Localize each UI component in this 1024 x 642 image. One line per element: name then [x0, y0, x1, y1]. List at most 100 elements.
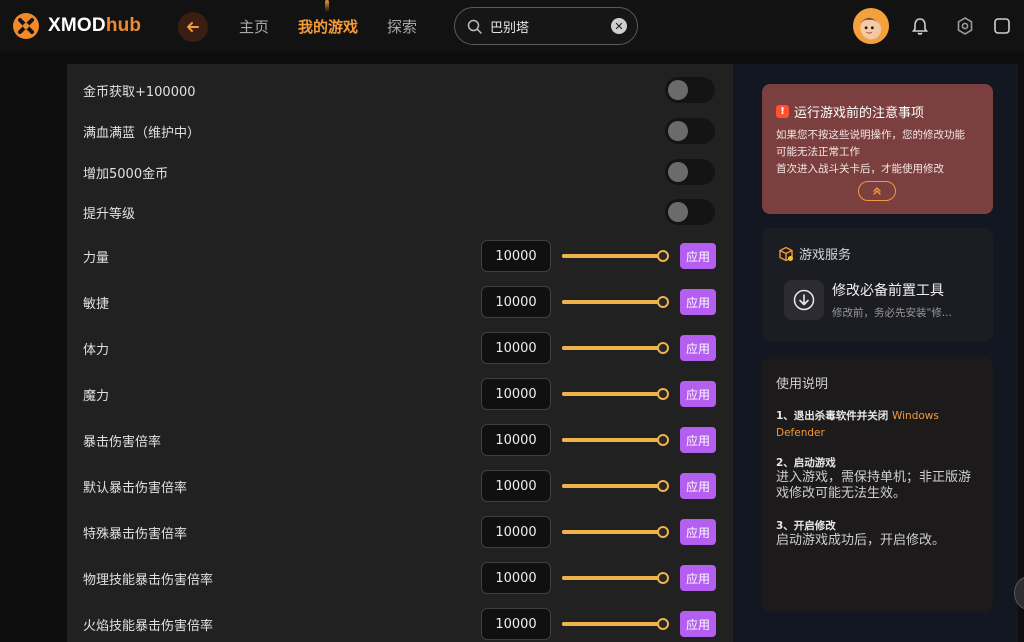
windows-defender-link-cont[interactable]: Defender — [776, 427, 979, 439]
slider-handle[interactable] — [657, 388, 669, 400]
value-input[interactable]: 10000 — [481, 240, 551, 272]
apply-button[interactable]: 应用 — [680, 519, 716, 545]
toggle-knob — [668, 202, 688, 222]
toggle-row: 增加5000金币 — [83, 157, 717, 187]
slider-fill — [562, 392, 663, 396]
slider-fill — [562, 300, 663, 304]
notice-line: 首次进入战斗关卡后，才能使用修改 — [776, 163, 944, 175]
step-2-body: 进入游戏，需保持单机；非正版游 — [776, 470, 972, 485]
slider-row: 敏捷 10000 应用 — [83, 286, 717, 318]
apply-button[interactable]: 应用 — [680, 335, 716, 361]
apply-button[interactable]: 应用 — [680, 427, 716, 453]
toggle-switch[interactable] — [665, 118, 715, 144]
toggle-label: 金币获取+100000 — [83, 84, 196, 100]
slider-handle[interactable] — [657, 480, 669, 492]
slider-label: 魔力 — [83, 388, 110, 404]
slider-handle[interactable] — [657, 296, 669, 308]
value-input[interactable]: 10000 — [481, 332, 551, 364]
nav-home[interactable]: 主页 — [239, 16, 269, 37]
back-arrow-icon — [187, 22, 199, 32]
apply-button[interactable]: 应用 — [680, 243, 716, 269]
value-input[interactable]: 10000 — [481, 470, 551, 502]
expand-notice-button[interactable] — [858, 181, 896, 201]
package-icon — [779, 246, 793, 261]
value-input[interactable]: 10000 — [481, 516, 551, 548]
user-avatar[interactable] — [853, 8, 889, 44]
service-header: 游戏服务 — [778, 244, 851, 263]
step-2-body: 戏修改可能无法生效。 — [776, 486, 907, 501]
service-header-text: 游戏服务 — [799, 248, 852, 263]
search-icon — [467, 19, 482, 34]
slider-handle[interactable] — [657, 434, 669, 446]
avatar-face-icon — [859, 18, 879, 37]
apply-button[interactable]: 应用 — [680, 381, 716, 407]
clear-search-icon[interactable]: ✕ — [611, 18, 627, 34]
slider-track[interactable] — [562, 300, 663, 304]
app-logo[interactable]: XMODhub — [12, 12, 141, 40]
chevron-up-icon — [873, 187, 881, 195]
step-2-head: 2、启动游戏 — [776, 457, 836, 469]
slider-track[interactable] — [562, 438, 663, 442]
step-3-body: 启动游戏成功后，开启修改。 — [776, 533, 946, 548]
slider-row: 暴击伤害倍率 10000 应用 — [83, 424, 717, 456]
slider-fill — [562, 484, 663, 488]
slider-track[interactable] — [562, 484, 663, 488]
slider-track[interactable] — [562, 346, 663, 350]
windows-defender-link[interactable]: Windows — [892, 410, 939, 422]
slider-fill — [562, 438, 663, 442]
apply-button[interactable]: 应用 — [680, 473, 716, 499]
settings-gear-icon[interactable] — [955, 16, 975, 36]
slider-row: 体力 10000 应用 — [83, 332, 717, 364]
prerequisite-tool-item[interactable]: 修改必备前置工具 修改前，务必先安装"修... — [784, 280, 952, 320]
value-input[interactable]: 10000 — [481, 378, 551, 410]
slider-fill — [562, 254, 663, 258]
toggle-knob — [668, 80, 688, 100]
top-bar: XMODhub 主页 我的游戏 探索 巴别塔 ✕ — [0, 0, 1024, 52]
notification-bell-icon[interactable] — [910, 16, 930, 36]
window-restore-icon[interactable] — [992, 16, 1012, 36]
apply-button[interactable]: 应用 — [680, 611, 716, 637]
notice-card: ! 运行游戏前的注意事项 如果您不按这些说明操作，您的修改功能 可能无法正常工作… — [762, 84, 993, 214]
slider-handle[interactable] — [657, 250, 669, 262]
apply-button[interactable]: 应用 — [680, 565, 716, 591]
slider-track[interactable] — [562, 392, 663, 396]
search-box[interactable]: 巴别塔 ✕ — [454, 7, 638, 45]
slider-track[interactable] — [562, 530, 663, 534]
slider-row: 物理技能暴击伤害倍率 10000 应用 — [83, 562, 717, 594]
toggle-label: 提升等级 — [83, 206, 136, 222]
slider-track[interactable] — [562, 576, 663, 580]
toggle-knob — [668, 162, 688, 182]
nav-my-games[interactable]: 我的游戏 — [298, 16, 358, 37]
toggle-switch[interactable] — [665, 159, 715, 185]
slider-handle[interactable] — [657, 572, 669, 584]
service-title: 修改必备前置工具 — [832, 283, 944, 299]
step-1-head: 1、退出杀毒软件并关闭 — [776, 410, 889, 422]
value-input[interactable]: 10000 — [481, 286, 551, 318]
notice-line: 如果您不按这些说明操作，您的修改功能 — [776, 129, 965, 141]
value-input[interactable]: 10000 — [481, 562, 551, 594]
back-button[interactable] — [178, 12, 208, 42]
search-input[interactable]: 巴别塔 — [490, 17, 611, 36]
apply-button[interactable]: 应用 — [680, 289, 716, 315]
slider-track[interactable] — [562, 254, 663, 258]
value-input[interactable]: 10000 — [481, 424, 551, 456]
step-3-head: 3、开启修改 — [776, 520, 836, 532]
slider-fill — [562, 576, 663, 580]
slider-label: 默认暴击伤害倍率 — [83, 480, 188, 496]
game-service-card: 游戏服务 修改必备前置工具 修改前，务必先安装"修... — [762, 228, 993, 342]
toggle-switch[interactable] — [665, 199, 715, 225]
slider-row: 默认暴击伤害倍率 10000 应用 — [83, 470, 717, 502]
slider-handle[interactable] — [657, 526, 669, 538]
service-subtitle: 修改前，务必先安装"修... — [832, 307, 952, 319]
cheat-options-panel: 金币获取+100000 满血满蓝（维护中） 增加5000金币 提升等级 力量 1… — [67, 64, 733, 642]
slider-track[interactable] — [562, 622, 663, 626]
logo-text: XMODhub — [48, 15, 142, 36]
slider-label: 体力 — [83, 342, 110, 358]
nav-explore[interactable]: 探索 — [387, 16, 417, 37]
slider-fill — [562, 346, 663, 350]
slider-handle[interactable] — [657, 618, 669, 630]
slider-handle[interactable] — [657, 342, 669, 354]
toggle-switch[interactable] — [665, 77, 715, 103]
value-input[interactable]: 10000 — [481, 608, 551, 640]
toggle-label: 增加5000金币 — [83, 166, 169, 182]
